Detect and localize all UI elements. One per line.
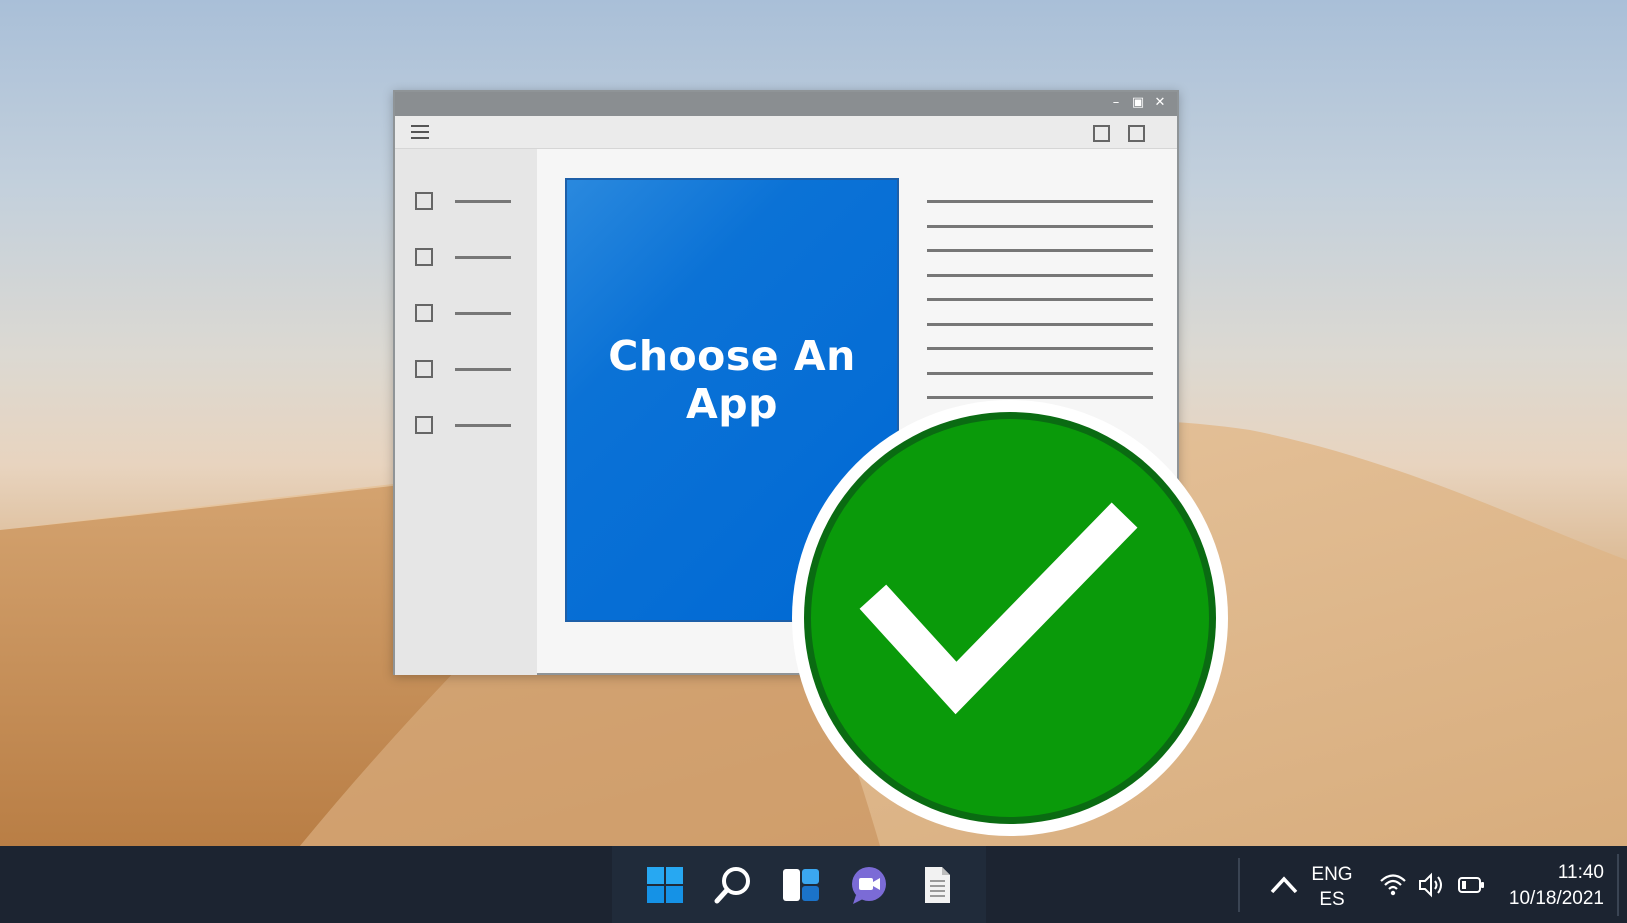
placeholder-line [455, 256, 511, 259]
sidebar-item[interactable] [415, 416, 515, 436]
placeholder-line [455, 200, 511, 203]
language-indicator[interactable]: ENG ES [1304, 862, 1360, 912]
taskbar-app-area [612, 846, 986, 923]
checkbox-icon[interactable] [415, 360, 433, 378]
sidebar-item[interactable] [415, 192, 515, 212]
language-secondary: ES [1319, 889, 1345, 910]
window-sidebar [395, 149, 537, 675]
placeholder-line [455, 312, 511, 315]
clock-time: 11:40 [1557, 862, 1604, 883]
show-desktop-button[interactable] [1617, 854, 1619, 916]
text-placeholder-lines [927, 200, 1153, 421]
chevron-up-icon[interactable] [1267, 868, 1301, 902]
menu-icon[interactable] [411, 125, 429, 139]
maximize-button[interactable]: ▣ [1129, 94, 1147, 112]
wifi-icon[interactable] [1378, 870, 1408, 900]
placeholder-line [455, 424, 511, 427]
battery-icon[interactable] [1456, 870, 1486, 900]
taskbar-clock[interactable]: 11:40 10/18/2021 [1486, 860, 1604, 912]
checkbox-icon[interactable] [415, 192, 433, 210]
checkbox-icon[interactable] [415, 248, 433, 266]
checkmark-badge-icon [792, 400, 1228, 836]
toolbar-square-button-1[interactable] [1093, 125, 1110, 142]
sidebar-item[interactable] [415, 304, 515, 324]
minimize-button[interactable]: – [1107, 94, 1125, 112]
taskbar: ENG ES 11:40 10/18/2021 [0, 846, 1627, 923]
sidebar-item[interactable] [415, 248, 515, 268]
document-icon[interactable] [916, 864, 958, 906]
chat-camera-icon[interactable] [848, 864, 890, 906]
windows-start-icon[interactable] [644, 864, 686, 906]
search-icon[interactable] [712, 864, 754, 906]
close-button[interactable]: ✕ [1151, 94, 1169, 112]
placeholder-line [455, 368, 511, 371]
language-primary: ENG [1311, 864, 1353, 885]
sidebar-item[interactable] [415, 360, 515, 380]
taskbar-separator [1238, 858, 1240, 912]
window-toolbar [395, 116, 1177, 149]
volume-icon[interactable] [1417, 870, 1447, 900]
window-titlebar: – ▣ ✕ [395, 92, 1177, 116]
checkbox-icon[interactable] [415, 416, 433, 434]
clock-date: 10/18/2021 [1508, 888, 1604, 909]
toolbar-square-button-2[interactable] [1128, 125, 1145, 142]
checkbox-icon[interactable] [415, 304, 433, 322]
widgets-icon[interactable] [780, 864, 822, 906]
